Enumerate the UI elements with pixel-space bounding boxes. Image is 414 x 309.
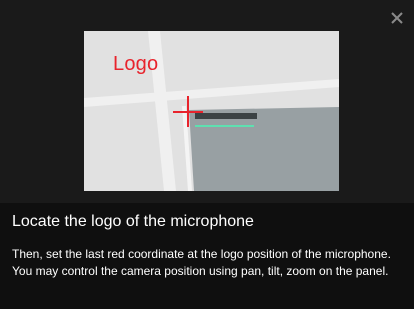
- close-icon: [391, 12, 403, 24]
- instruction-panel: Locate the logo of the microphone Then, …: [0, 203, 414, 309]
- illustration-area: Logo: [0, 0, 414, 203]
- close-button[interactable]: [389, 10, 405, 26]
- instruction-description: Then, set the last red coordinate at the…: [12, 247, 391, 278]
- marker-label: Logo: [113, 53, 159, 75]
- microphone-body: [189, 107, 339, 191]
- instruction-dialog: Logo Locate the logo of the microphone T…: [0, 0, 414, 309]
- instruction-title: Locate the logo of the microphone: [12, 213, 254, 230]
- logo-strip: [195, 113, 257, 119]
